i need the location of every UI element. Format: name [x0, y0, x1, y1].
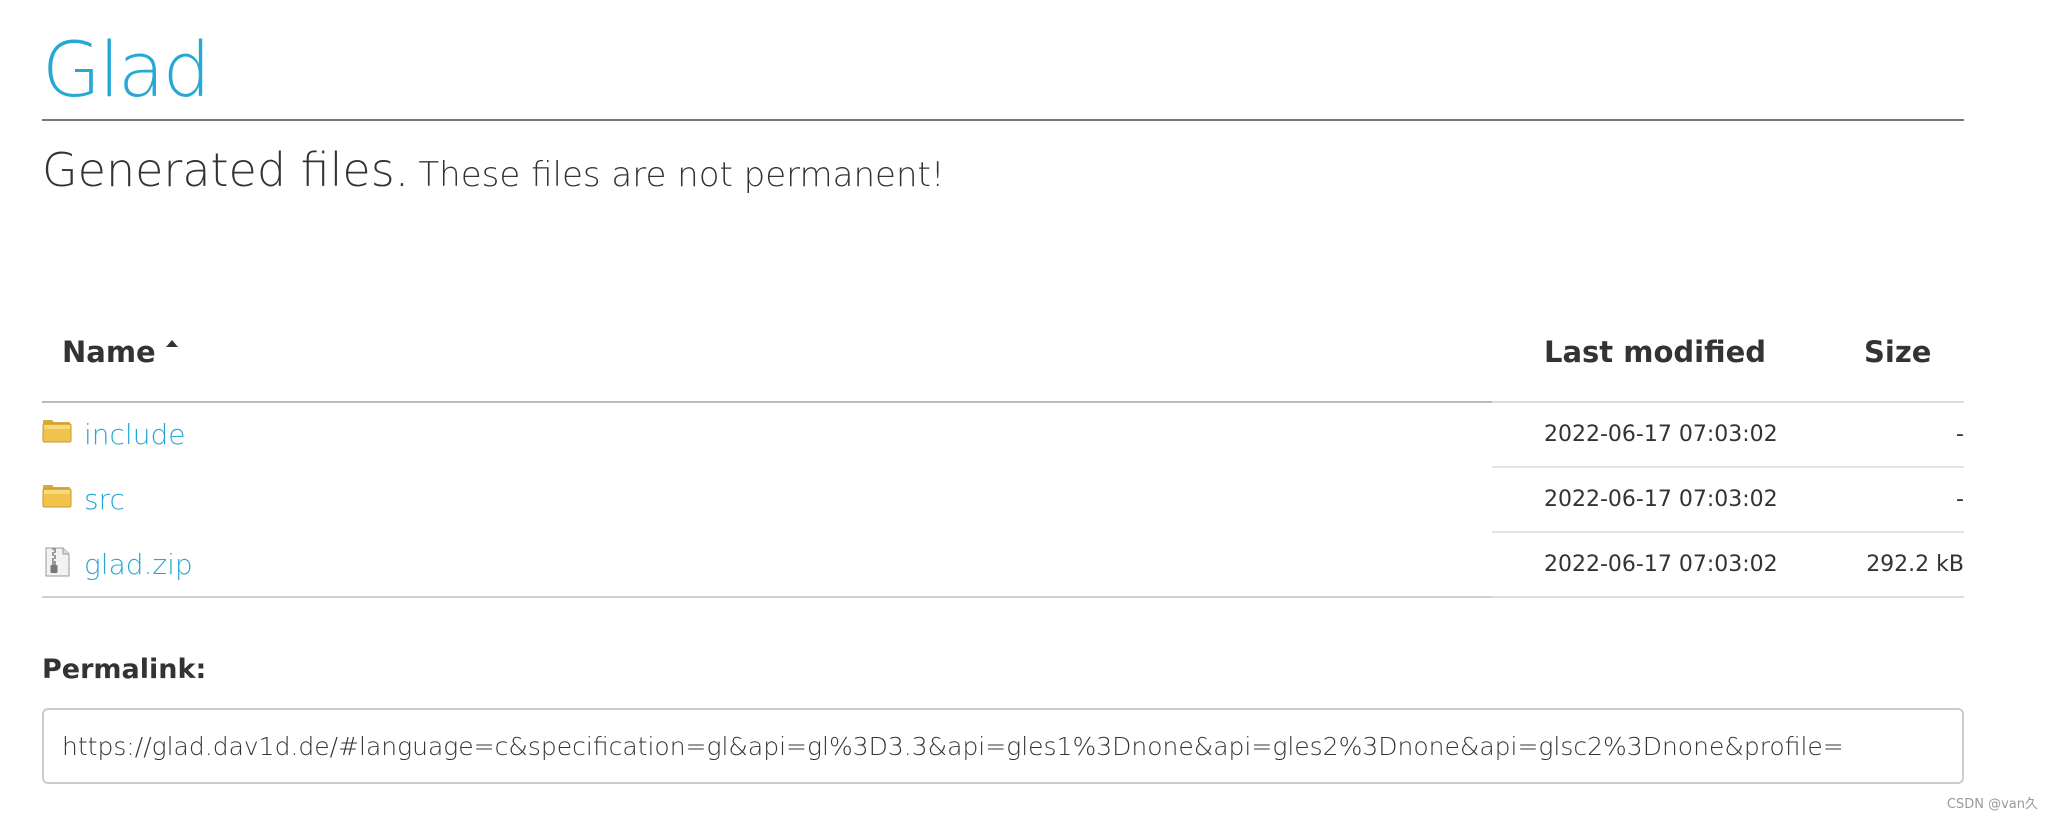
title-divider [42, 119, 1964, 121]
folder-link-include[interactable]: include [84, 403, 185, 466]
last-modified-cell: 2022-06-17 07:03:02 [1544, 422, 1778, 447]
column-header-name[interactable]: Name [62, 318, 292, 402]
watermark: CSDN @van久 [1946, 797, 2038, 812]
page-subtitle: Generated files. These files are not per… [42, 138, 944, 202]
folder-icon [42, 420, 72, 443]
table-row: src 2022-06-17 07:03:02 - [42, 468, 1964, 533]
file-link-glad-zip[interactable]: glad.zip [84, 533, 193, 596]
page: Glad Generated files. These files are no… [42, 0, 1964, 818]
table-row: include 2022-06-17 07:03:02 - [42, 403, 1964, 468]
subtitle-main: Generated files. [42, 143, 410, 197]
column-header-last-modified[interactable]: Last modified [1544, 318, 1794, 402]
permalink-input[interactable] [42, 708, 1964, 784]
last-modified-cell: 2022-06-17 07:03:02 [1544, 487, 1778, 512]
file-table: Name Last modified Size include 2022-06-… [42, 318, 1964, 598]
brand-title-link[interactable]: Glad [42, 24, 211, 116]
permalink-label: Permalink: [42, 654, 207, 685]
folder-icon [42, 485, 72, 508]
size-cell: - [1956, 422, 1964, 447]
table-row: glad.zip 2022-06-17 07:03:02 292.2 kB [42, 533, 1964, 598]
column-header-size[interactable]: Size [1864, 318, 1964, 402]
size-cell: 292.2 kB [1866, 552, 1964, 577]
subtitle-note: These files are not permanent! [418, 155, 945, 195]
zip-file-icon [45, 547, 70, 577]
last-modified-cell: 2022-06-17 07:03:02 [1544, 552, 1778, 577]
table-bottom-divider-left [42, 596, 1492, 598]
sort-ascending-icon [165, 340, 178, 347]
folder-link-src[interactable]: src [84, 468, 125, 531]
size-cell: - [1956, 487, 1964, 512]
column-header-name-label: Name [62, 335, 156, 369]
